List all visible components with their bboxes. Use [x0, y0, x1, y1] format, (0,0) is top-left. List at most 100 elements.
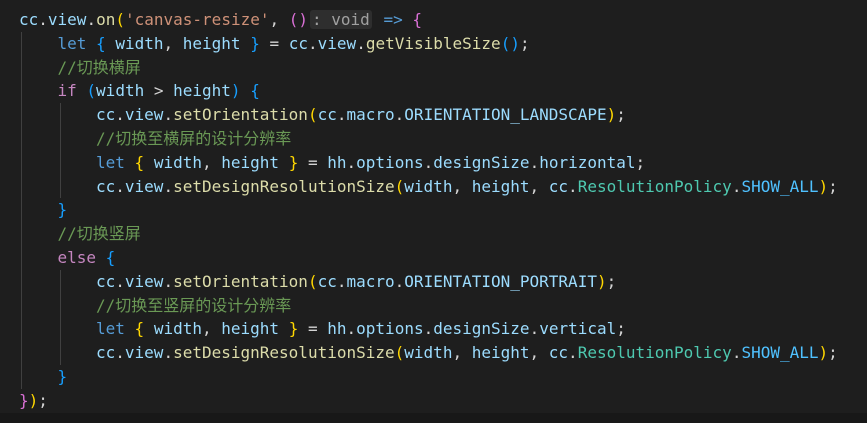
code-token: setOrientation — [173, 271, 308, 291]
code-token: . — [423, 319, 434, 339]
code-token: //切换竖屏 — [57, 224, 141, 244]
code-token: { — [412, 10, 422, 29]
code-line[interactable]: } — [0, 198, 867, 223]
code-token: } — [19, 390, 29, 410]
code-token: . — [346, 152, 357, 172]
indent-guide — [59, 341, 61, 365]
code-line[interactable]: cc.view.setDesignResolutionSize(width, h… — [0, 174, 867, 199]
code-token: hh — [327, 152, 347, 172]
indent-guide — [21, 341, 22, 365]
code-token: . — [731, 176, 742, 196]
code-line[interactable]: } — [0, 364, 867, 389]
code-token: = — [298, 319, 328, 339]
code-token: cc — [96, 343, 116, 363]
code-token: width — [404, 343, 453, 363]
code-token: { — [96, 33, 106, 53]
code-token: , — [202, 152, 222, 172]
code-token: ; — [616, 319, 626, 339]
code-token: ; — [38, 390, 48, 410]
code-token: view — [124, 343, 164, 363]
indent-guide — [21, 293, 22, 318]
code-token: , — [529, 343, 549, 363]
code-line[interactable]: let { width, height } = hh.options.desig… — [0, 150, 867, 175]
code-token: ; — [828, 343, 838, 363]
code-token: cc — [548, 176, 569, 196]
code-line[interactable]: cc.view.setDesignResolutionSize(width, h… — [0, 341, 867, 365]
code-token: options — [356, 152, 424, 172]
code-token: () — [288, 10, 309, 29]
code-line[interactable]: if (width > height) { — [0, 79, 867, 104]
indent-guide — [59, 126, 61, 151]
code-token: height — [173, 81, 231, 101]
code-line[interactable]: cc.view.on('canvas-resize', (): void => … — [0, 8, 867, 32]
code-token: width — [115, 33, 164, 53]
code-token: , — [163, 33, 183, 53]
code-token: ORIENTATION_LANDSCAPE — [404, 105, 607, 125]
code-token: //切换横屏 — [57, 57, 141, 77]
code-token: view — [47, 10, 87, 29]
indent-guide — [21, 198, 22, 223]
code-token: view — [124, 176, 164, 196]
code-token: } — [250, 33, 260, 53]
inlay-type-hint: : void — [310, 10, 372, 29]
indent-guide — [21, 126, 22, 151]
code-line[interactable]: else { — [0, 245, 867, 270]
code-token: ResolutionPolicy — [577, 343, 732, 363]
code-token: let — [96, 152, 125, 172]
code-token: width — [153, 152, 202, 172]
code-line[interactable]: //切换横屏 — [0, 55, 867, 80]
code-line[interactable]: let { width, height } = cc.view.getVisib… — [0, 31, 867, 56]
code-line[interactable]: cc.view.setOrientation(cc.macro.ORIENTAT… — [0, 269, 867, 294]
indent-guide — [59, 174, 61, 199]
code-token: cc — [19, 10, 39, 29]
indent-guide — [59, 269, 61, 294]
code-token: . — [163, 105, 174, 125]
code-token: , — [452, 343, 472, 363]
code-token: width — [96, 81, 145, 101]
code-token: options — [356, 319, 424, 339]
indent-guide — [21, 174, 22, 199]
code-token: , — [452, 176, 472, 196]
indent-guide — [59, 150, 61, 175]
code-token: setOrientation — [173, 105, 308, 125]
code-token: ORIENTATION_PORTRAIT — [404, 271, 597, 291]
indent-guide — [21, 31, 22, 56]
code-editor[interactable]: cc.view.on('canvas-resize', (): void => … — [0, 0, 867, 423]
code-token: setDesignResolutionSize — [173, 343, 395, 363]
code-token: = — [298, 152, 328, 172]
indent-guide — [21, 103, 22, 127]
code-line[interactable]: //切换至竖屏的设计分辨率 — [0, 293, 867, 318]
code-token: //切换至竖屏的设计分辨率 — [96, 295, 292, 315]
code-line[interactable]: //切换至横屏的设计分辨率 — [0, 126, 867, 151]
code-token: . — [163, 271, 174, 291]
code-token: ( — [394, 343, 405, 363]
code-token: let — [96, 319, 125, 339]
code-token: . — [115, 271, 125, 291]
code-line[interactable]: cc.view.setOrientation(cc.macro.ORIENTAT… — [0, 103, 867, 127]
code-line[interactable]: }); — [0, 389, 867, 413]
code-line[interactable]: let { width, height } = hh.options.desig… — [0, 317, 867, 342]
code-token: if — [57, 81, 77, 101]
code-token: } — [57, 366, 68, 386]
code-token: . — [394, 105, 405, 125]
indent-guide — [21, 317, 22, 342]
code-token: ) — [596, 271, 607, 291]
code-token: . — [356, 33, 366, 53]
indent-guide — [21, 269, 22, 294]
code-token: = — [259, 33, 289, 53]
code-token: > — [144, 81, 174, 101]
code-token: view — [124, 105, 164, 125]
indent-guide — [21, 150, 22, 175]
code-line[interactable]: //切换竖屏 — [0, 222, 867, 246]
code-token: ( — [86, 81, 97, 101]
